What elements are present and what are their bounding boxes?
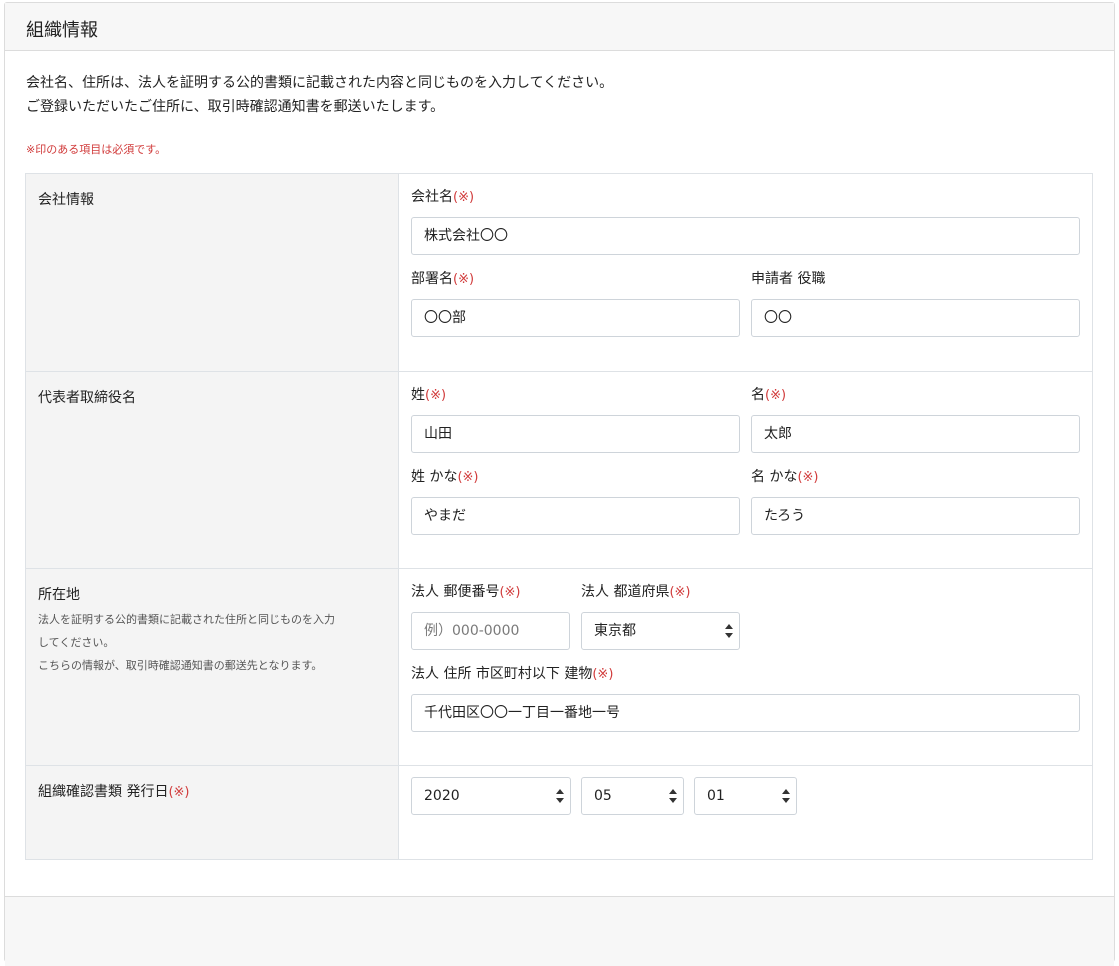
issue-month-select[interactable]: 05 bbox=[581, 777, 684, 815]
intro-line-1: 会社名、住所は、法人を証明する公的書類に記載された内容と同じものを入力してくださ… bbox=[26, 75, 614, 91]
required-mark: (※) bbox=[499, 585, 521, 600]
prefecture-label-text: 法人 都道府県 bbox=[581, 584, 670, 600]
form-table: 会社情報 会社名(※) 株式会社〇〇 部署名(※) 〇〇部 申請者 役職 〇〇 … bbox=[25, 173, 1093, 860]
prefecture-select[interactable]: 東京都 bbox=[581, 612, 740, 650]
address-note-line-3: こちらの情報が、取引時確認通知書の郵送先となります。 bbox=[38, 659, 323, 672]
issue-month-value: 05 bbox=[594, 788, 612, 804]
row-label-company: 会社情報 bbox=[26, 174, 399, 371]
issue-date-fields: 2020 05 01 bbox=[399, 766, 1092, 859]
select-arrows-icon bbox=[782, 789, 790, 803]
last-kana-input[interactable]: やまだ bbox=[411, 497, 740, 535]
required-mark: (※) bbox=[168, 785, 190, 800]
intro-line-2: ご登録いただいたご住所に、取引時確認通知書を郵送いたします。 bbox=[26, 99, 445, 115]
required-mark: (※) bbox=[669, 585, 691, 600]
street-label-text: 法人 住所 市区町村以下 建物 bbox=[411, 666, 593, 682]
row-address: 所在地 法人を証明する公的書類に記載された住所と同じものを入力 してください。 … bbox=[26, 568, 1092, 765]
last-kana-label: 姓 かな(※) bbox=[411, 467, 740, 487]
required-mark: (※) bbox=[765, 388, 787, 403]
first-name-group: 名(※) 太郎 bbox=[751, 385, 1080, 453]
prefecture-group: 法人 都道府県(※) 東京都 bbox=[581, 582, 740, 650]
last-name-label-text: 姓 bbox=[411, 387, 425, 403]
org-info-card: 組織情報 会社名、住所は、法人を証明する公的書類に記載された内容と同じものを入力… bbox=[4, 2, 1115, 966]
required-mark: (※) bbox=[425, 388, 447, 403]
postal-pref-row: 法人 郵便番号(※) 例）000-0000 法人 都道府県(※) 東京都 bbox=[411, 582, 1080, 650]
required-mark: (※) bbox=[453, 272, 475, 287]
prefecture-label: 法人 都道府県(※) bbox=[581, 582, 740, 602]
applicant-title-label: 申請者 役職 bbox=[751, 271, 826, 287]
first-kana-label: 名 かな(※) bbox=[751, 467, 1080, 487]
first-name-label: 名(※) bbox=[751, 385, 1080, 405]
first-kana-label-text: 名 かな bbox=[751, 469, 798, 485]
last-kana-label-text: 姓 かな bbox=[411, 469, 458, 485]
prefecture-select-value: 東京都 bbox=[594, 623, 636, 639]
postal-label: 法人 郵便番号(※) bbox=[411, 582, 570, 602]
last-name-group: 姓(※) 山田 bbox=[411, 385, 740, 453]
row-representative: 代表者取締役名 姓(※) 山田 名(※) 太郎 姓 かな(※) やまだ 名 かな… bbox=[26, 371, 1092, 568]
select-arrows-icon bbox=[669, 789, 677, 803]
dept-label-text: 部署名 bbox=[411, 271, 453, 287]
rep-name-row: 姓(※) 山田 名(※) 太郎 bbox=[411, 385, 1080, 453]
company-section-label: 会社情報 bbox=[38, 192, 94, 208]
required-mark: (※) bbox=[457, 470, 479, 485]
last-name-label: 姓(※) bbox=[411, 385, 740, 405]
address-note-line-1: 法人を証明する公的書類に記載された住所と同じものを入力 bbox=[38, 613, 335, 626]
street-label: 法人 住所 市区町村以下 建物(※) bbox=[411, 664, 1080, 684]
first-name-input[interactable]: 太郎 bbox=[751, 415, 1080, 453]
first-name-label-text: 名 bbox=[751, 387, 765, 403]
company-name-label: 会社名(※) bbox=[411, 187, 1080, 207]
dept-group: 部署名(※) 〇〇部 bbox=[411, 269, 740, 337]
issue-day-select[interactable]: 01 bbox=[694, 777, 797, 815]
applicant-title-input[interactable]: 〇〇 bbox=[751, 299, 1080, 337]
row-label-address: 所在地 法人を証明する公的書類に記載された住所と同じものを入力 してください。 … bbox=[26, 569, 399, 765]
card-title: 組織情報 bbox=[5, 3, 1114, 51]
representative-section-label: 代表者取締役名 bbox=[38, 390, 136, 406]
representative-fields: 姓(※) 山田 名(※) 太郎 姓 かな(※) やまだ 名 かな(※) たろう bbox=[399, 372, 1092, 568]
title-group: 申請者 役職 〇〇 bbox=[751, 269, 1080, 337]
row-issue-date: 組織確認書類 発行日(※) 2020 05 01 bbox=[26, 765, 1092, 859]
first-kana-group: 名 かな(※) たろう bbox=[751, 467, 1080, 535]
issue-day-value: 01 bbox=[707, 788, 725, 804]
street-address-input[interactable]: 千代田区〇〇一丁目一番地一号 bbox=[411, 694, 1080, 732]
issue-year-select[interactable]: 2020 bbox=[411, 777, 571, 815]
select-arrows-icon bbox=[725, 624, 733, 638]
required-mark: (※) bbox=[453, 190, 475, 205]
postal-group: 法人 郵便番号(※) 例）000-0000 bbox=[411, 582, 570, 650]
intro-text: 会社名、住所は、法人を証明する公的書類に記載された内容と同じものを入力してくださ… bbox=[26, 71, 613, 119]
postal-label-text: 法人 郵便番号 bbox=[411, 584, 500, 600]
address-section-note: 法人を証明する公的書類に記載された住所と同じものを入力 してください。 こちらの… bbox=[38, 608, 386, 677]
first-kana-input[interactable]: たろう bbox=[751, 497, 1080, 535]
address-section-label: 所在地 bbox=[38, 587, 80, 603]
address-fields: 法人 郵便番号(※) 例）000-0000 法人 都道府県(※) 東京都 法人 … bbox=[399, 569, 1092, 765]
company-name-input[interactable]: 株式会社〇〇 bbox=[411, 217, 1080, 255]
company-fields: 会社名(※) 株式会社〇〇 部署名(※) 〇〇部 申請者 役職 〇〇 bbox=[399, 174, 1092, 371]
required-note: ※印のある項目は必須です。 bbox=[26, 143, 167, 156]
last-name-input[interactable]: 山田 bbox=[411, 415, 740, 453]
rep-kana-row: 姓 かな(※) やまだ 名 かな(※) たろう bbox=[411, 467, 1080, 535]
issue-date-section-label: 組織確認書類 発行日 bbox=[38, 784, 169, 800]
select-arrows-icon bbox=[556, 789, 564, 803]
issue-date-selects: 2020 05 01 bbox=[411, 767, 1080, 815]
issue-year-value: 2020 bbox=[424, 788, 460, 804]
required-mark: (※) bbox=[592, 667, 614, 682]
required-mark: (※) bbox=[797, 470, 819, 485]
card-footer bbox=[5, 896, 1114, 966]
street-group: 法人 住所 市区町村以下 建物(※) 千代田区〇〇一丁目一番地一号 bbox=[411, 664, 1080, 732]
last-kana-group: 姓 かな(※) やまだ bbox=[411, 467, 740, 535]
dept-input[interactable]: 〇〇部 bbox=[411, 299, 740, 337]
row-company: 会社情報 会社名(※) 株式会社〇〇 部署名(※) 〇〇部 申請者 役職 〇〇 bbox=[26, 174, 1092, 371]
postal-code-input[interactable]: 例）000-0000 bbox=[411, 612, 570, 650]
row-label-issue-date: 組織確認書類 発行日(※) bbox=[26, 766, 399, 859]
row-label-representative: 代表者取締役名 bbox=[26, 372, 399, 568]
company-name-label-text: 会社名 bbox=[411, 189, 453, 205]
company-dept-title-row: 部署名(※) 〇〇部 申請者 役職 〇〇 bbox=[411, 269, 1080, 337]
address-note-line-2: してください。 bbox=[38, 636, 115, 649]
dept-label: 部署名(※) bbox=[411, 269, 740, 289]
